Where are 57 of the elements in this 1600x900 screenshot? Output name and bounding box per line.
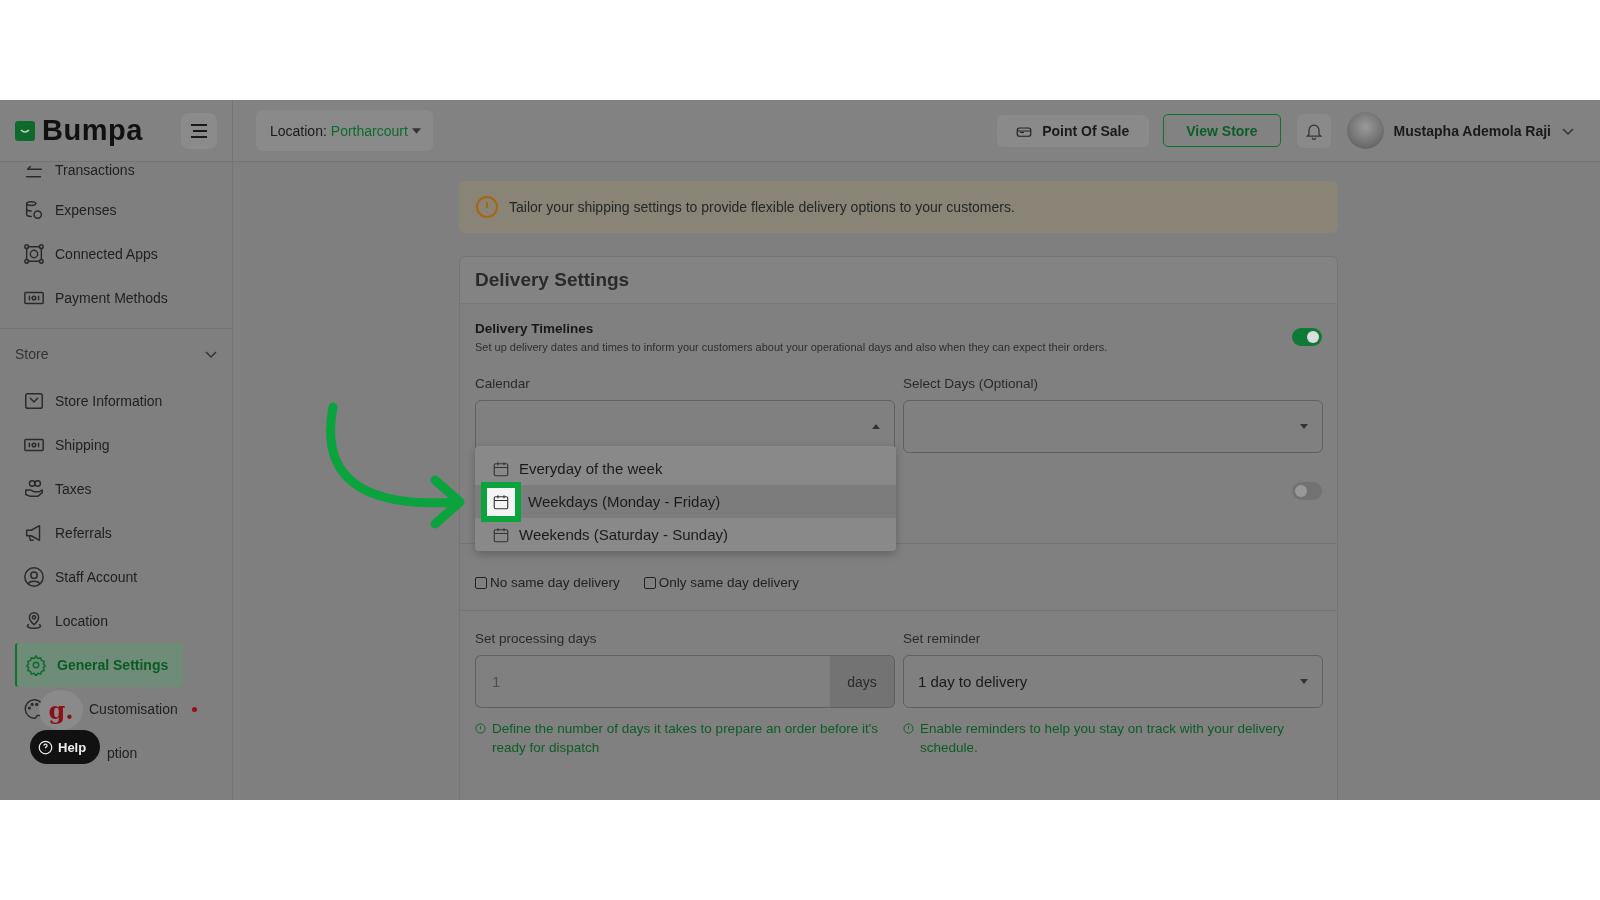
sidebar-item[interactable]: Shipping <box>0 423 232 467</box>
checkbox[interactable] <box>475 576 487 589</box>
field-label: Calendar <box>475 376 531 391</box>
hand-coins-icon <box>23 478 45 500</box>
sidebar-item[interactable]: Referrals <box>0 511 232 555</box>
info-icon <box>475 723 486 734</box>
checkbox-option[interactable]: Only same day delivery <box>643 575 800 590</box>
point-of-sale-button[interactable]: Point Of Sale <box>997 114 1150 147</box>
caret-icon <box>1300 424 1308 429</box>
reminder-select[interactable]: 1 day to delivery <box>903 655 1323 708</box>
sidebar-item[interactable]: Expenses <box>0 188 232 232</box>
sidebar-item[interactable]: Connected Apps <box>0 232 232 276</box>
calendar-icon <box>492 492 510 511</box>
checkbox-option[interactable]: No same day delivery <box>475 575 620 590</box>
user-name[interactable]: Mustapha Ademola Raji <box>1393 122 1551 139</box>
sidebar-item[interactable]: Taxes <box>0 467 232 511</box>
logo-icon <box>15 120 35 141</box>
caret-icon <box>411 127 421 134</box>
user-circle-icon <box>23 566 45 588</box>
sidebar-item[interactable]: Staff Account <box>0 555 232 599</box>
menu-button[interactable] <box>181 112 217 149</box>
field-label: Set processing days <box>475 631 598 646</box>
calendar-icon <box>492 525 510 544</box>
info-icon <box>903 723 914 734</box>
menu-option[interactable]: Weekends (Saturday - Sunday) <box>475 518 896 551</box>
help-icon <box>38 739 53 755</box>
info-icon <box>475 195 499 219</box>
field-label: Select Days (Optional) <box>903 376 1040 391</box>
coins-icon <box>23 199 45 221</box>
chat-badge[interactable]: g. <box>39 690 83 730</box>
sidebar-section-header[interactable]: Store <box>0 329 232 379</box>
section-title: Delivery Timelines <box>475 321 595 336</box>
brand-name: Bumpa <box>42 114 143 147</box>
sidebar-item[interactable]: Location <box>0 599 232 643</box>
sidebar-item[interactable]: Payment Methods <box>0 276 232 320</box>
notifications-button[interactable] <box>1296 113 1331 148</box>
toggle-switch[interactable] <box>1292 482 1322 500</box>
sidebar-item[interactable]: General Settings <box>15 643 184 687</box>
settings-icon <box>25 654 47 676</box>
sidebar-item[interactable]: Store Information <box>0 379 232 423</box>
banner-text: Tailor your shipping settings to provide flexible delivery options to your customers. <box>509 199 1015 215</box>
sidebar-item[interactable]: Transactions <box>0 162 232 188</box>
location-selector[interactable]: Location: Portharcourt <box>256 110 433 151</box>
caret-icon <box>1300 679 1308 684</box>
menu-option[interactable]: Everyday of the week <box>475 452 896 485</box>
checkbox[interactable] <box>643 576 656 589</box>
toggle-switch[interactable] <box>1292 328 1322 346</box>
hint-text: Define the number of days it takes to prepare an order before it's ready for dispatch <box>492 720 880 757</box>
section-description: Set up delivery dates and times to inform your customers about your operational days and also when they can expect their orders. <box>475 341 1108 353</box>
help-button[interactable]: Help <box>30 730 101 764</box>
caret-icon <box>872 424 880 429</box>
hint-text: Enable reminders to help you stay on track with your delivery schedule. <box>920 720 1285 757</box>
store-icon <box>23 390 45 412</box>
avatar[interactable] <box>1346 112 1384 149</box>
network-icon <box>23 243 45 265</box>
calendar-icon <box>492 459 510 478</box>
field-label: Set reminder <box>903 631 982 646</box>
